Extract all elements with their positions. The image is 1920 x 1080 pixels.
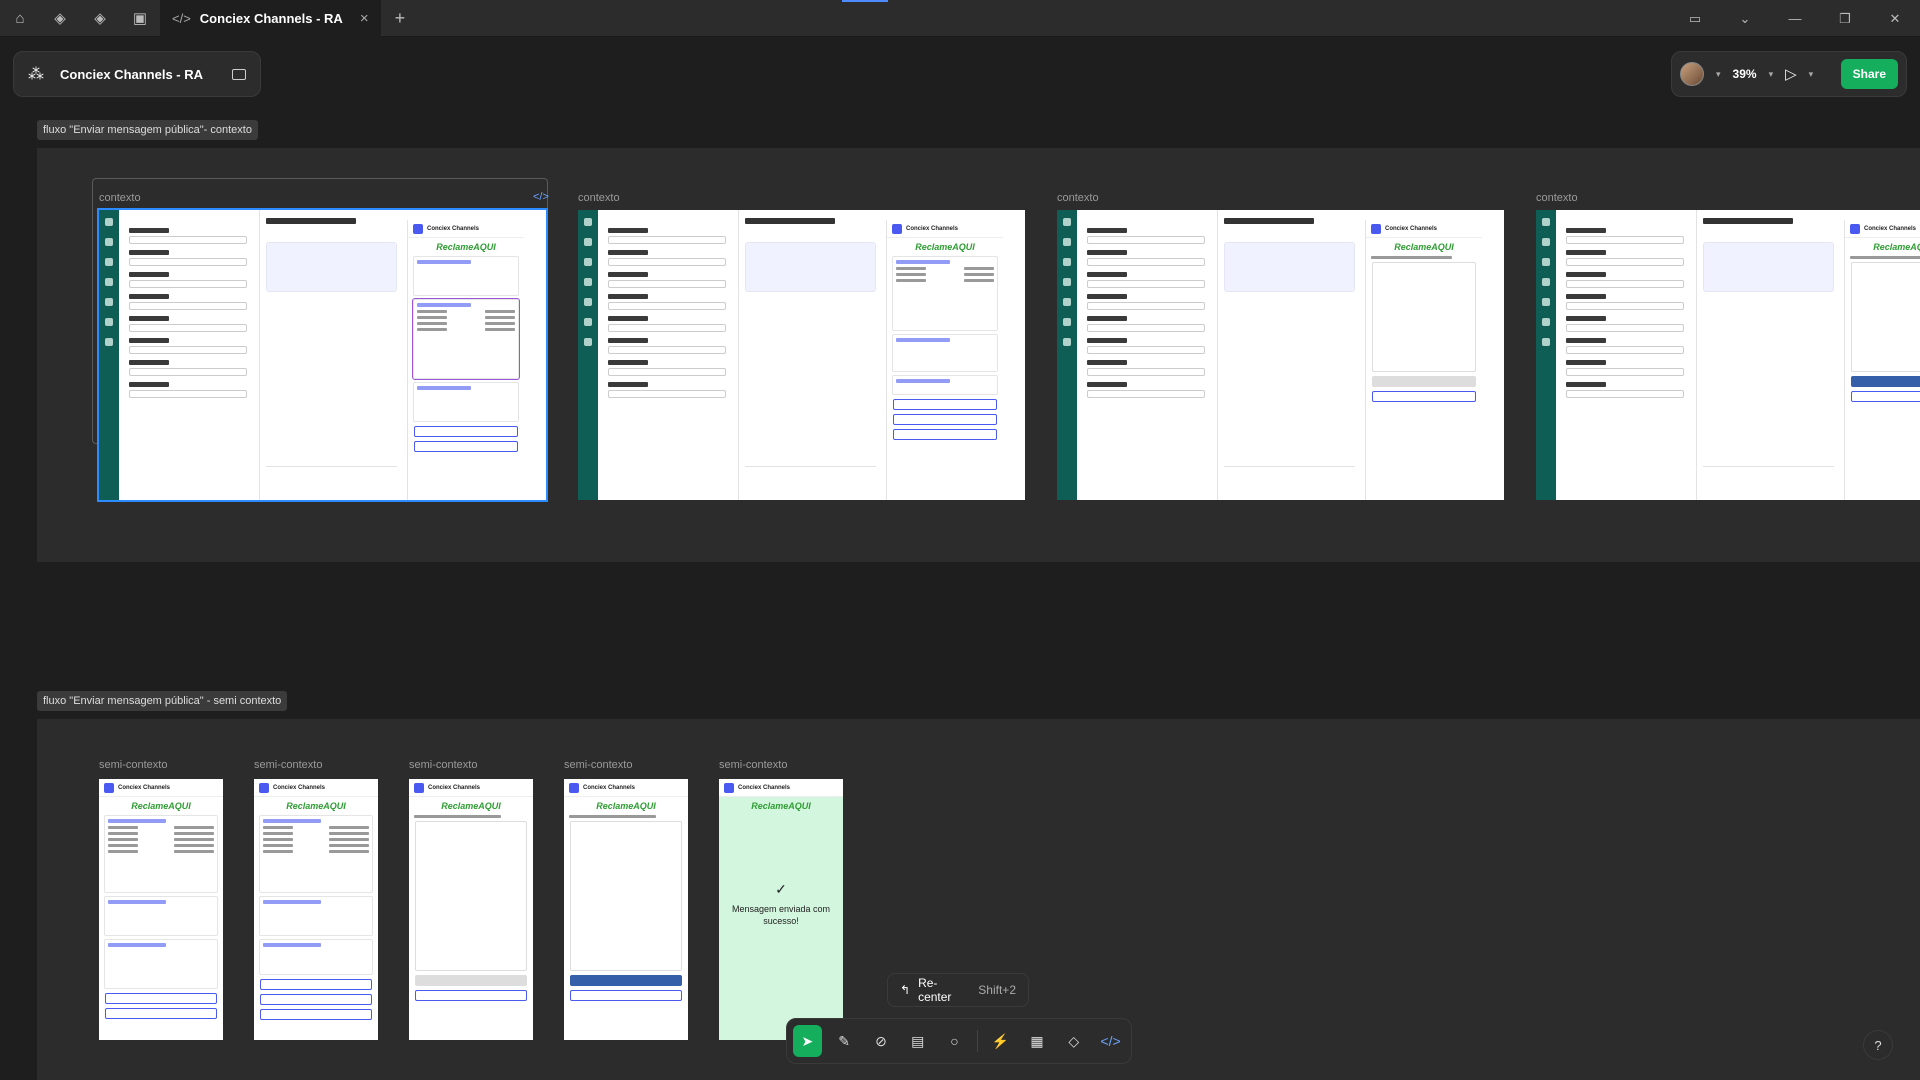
frame-semi-contexto-5[interactable]: Conciex Channels ReclameAQUI ✓ Mensagem … [719, 779, 843, 1040]
zoom-level[interactable]: 39% [1733, 67, 1757, 81]
section-label-semi-contexto[interactable]: fluxo "Enviar mensagem pública" - semi c… [37, 691, 288, 711]
code-icon: </> [172, 10, 191, 26]
pen-tool-icon[interactable]: ✎ [830, 1025, 859, 1057]
frame-contexto-2[interactable]: Conciex Channels ReclameAQUI [578, 210, 1025, 500]
frame-label[interactable]: contexto [578, 192, 620, 204]
chevron-down-icon[interactable]: ▾ [1809, 69, 1814, 80]
success-message: Mensagem enviada com sucesso! [731, 904, 831, 926]
recenter-shortcut: Shift+2 [978, 983, 1016, 997]
frame-label[interactable]: contexto [1536, 192, 1578, 204]
recenter-button[interactable]: ↰ Re-center Shift+2 [887, 973, 1029, 1007]
app-name: Conciex Channels [273, 784, 326, 791]
annotate-tool-icon[interactable]: ▤ [903, 1025, 932, 1057]
reclame-aqui-logo: ReclameAQUI [441, 801, 501, 811]
app-panel: Conciex Channels ReclameAQUI [407, 220, 524, 500]
minimize-icon[interactable]: — [1770, 0, 1820, 37]
frame-semi-contexto-1[interactable]: Conciex Channels ReclameAQUI [99, 779, 223, 1040]
frame-label[interactable]: semi-contexto [99, 759, 167, 771]
section-label-contexto[interactable]: fluxo "Enviar mensagem pública"- context… [37, 120, 258, 140]
comment-tool-icon[interactable]: ○ [940, 1025, 969, 1057]
reclame-aqui-logo: ReclameAQUI [1873, 242, 1920, 252]
share-button[interactable]: Share [1840, 59, 1898, 89]
reclame-aqui-logo: ReclameAQUI [436, 242, 496, 252]
frame-label[interactable]: semi-contexto [719, 759, 787, 771]
tab-label: Conciex Channels - RA [199, 10, 343, 26]
app-name: Conciex Channels [738, 784, 791, 791]
frame-contexto-3[interactable]: Conciex Channels ReclameAQUI [1057, 210, 1504, 500]
reclame-aqui-logo: ReclameAQUI [1394, 242, 1454, 252]
toolbar-divider [976, 1030, 978, 1052]
zendesk-nav [99, 210, 119, 500]
app-panel: Conciex Channels ReclameAQUI [886, 220, 1003, 500]
app-name: Conciex Channels [583, 784, 636, 791]
draft-icon[interactable]: ◈ [40, 0, 80, 37]
check-circle-icon: ✓ [775, 881, 787, 897]
app-name: Conciex Channels [1864, 225, 1917, 232]
chevron-down-icon[interactable]: ⌄ [1720, 0, 1770, 37]
sidebar-toggle-icon[interactable] [232, 68, 246, 80]
app-name: Conciex Channels [1385, 225, 1438, 232]
avatar[interactable] [1680, 62, 1704, 86]
file-panel: ⁂ Conciex Channels - RA [13, 51, 261, 97]
recenter-label: Re-center [918, 976, 952, 1004]
canvas[interactable]: ⁂ Conciex Channels - RA ▾ 39% ▾ ▷ ▾ Shar… [0, 37, 1920, 1080]
frame-contexto-1[interactable]: Conciex Channels ReclameAQUI [97, 208, 548, 502]
move-tool-icon[interactable]: ➤ [793, 1025, 822, 1057]
new-tab-button[interactable]: + [381, 8, 420, 29]
code-icon[interactable]: </> [533, 191, 549, 203]
window-menu-icon[interactable]: ▭ [1670, 0, 1720, 37]
frame-label[interactable]: semi-contexto [564, 759, 632, 771]
app-name: Conciex Channels [427, 225, 480, 232]
frame-label[interactable]: contexto [99, 192, 141, 204]
frame-semi-contexto-4[interactable]: Conciex Channels ReclameAQUI [564, 779, 688, 1040]
help-button[interactable]: ? [1863, 1030, 1893, 1060]
section-contexto[interactable]: contexto </> Conciex Channels ReclameAQU… [37, 148, 1920, 562]
play-icon[interactable]: ▷ [1785, 65, 1797, 83]
frame-label[interactable]: contexto [1057, 192, 1099, 204]
grid-icon[interactable]: ▦ [1023, 1025, 1052, 1057]
reclame-aqui-logo: ReclameAQUI [131, 801, 191, 811]
app-panel: Conciex Channels ReclameAQUI [1844, 220, 1920, 500]
top-right-controls: ▾ 39% ▾ ▷ ▾ Share [1671, 51, 1907, 97]
file-thumbnail-icon[interactable]: ▣ [120, 0, 160, 37]
figma-logo-icon[interactable]: ⁂ [28, 64, 44, 84]
tab-file[interactable]: </> Conciex Channels - RA × [160, 0, 381, 37]
app-panel: Conciex Channels ReclameAQUI [1365, 220, 1482, 500]
app-name: Conciex Channels [906, 225, 959, 232]
ticket-conversation [259, 210, 403, 500]
reclame-aqui-logo: ReclameAQUI [915, 242, 975, 252]
close-tab-icon[interactable]: × [360, 10, 369, 27]
ticket-form [123, 210, 253, 500]
maximize-icon[interactable]: ❐ [1820, 0, 1870, 37]
reclame-aqui-logo: ReclameAQUI [751, 801, 811, 811]
community-icon[interactable]: ◈ [80, 0, 120, 37]
frame-semi-contexto-3[interactable]: Conciex Channels ReclameAQUI [409, 779, 533, 1040]
bottom-toolbar: ➤ ✎ ⊘ ▤ ○ ⚡ ▦ ◇ </> [786, 1018, 1132, 1064]
file-name[interactable]: Conciex Channels - RA [60, 67, 216, 82]
component-icon[interactable]: ◇ [1059, 1025, 1088, 1057]
chevron-down-icon[interactable]: ▾ [1769, 69, 1774, 80]
reclame-aqui-logo: ReclameAQUI [596, 801, 656, 811]
close-window-icon[interactable]: ✕ [1870, 0, 1920, 37]
tab-indicator [842, 0, 888, 2]
undo-arrow-icon: ↰ [900, 983, 911, 997]
title-bar: ⌂ ◈ ◈ ▣ </> Conciex Channels - RA × + ▭ … [0, 0, 1920, 37]
app-name: Conciex Channels [428, 784, 481, 791]
chevron-down-icon[interactable]: ▾ [1716, 69, 1721, 80]
app-name: Conciex Channels [118, 784, 171, 791]
reclame-aqui-logo: ReclameAQUI [286, 801, 346, 811]
measure-tool-icon[interactable]: ⊘ [867, 1025, 896, 1057]
dev-mode-icon[interactable]: </> [1096, 1025, 1125, 1057]
home-icon[interactable]: ⌂ [0, 0, 40, 37]
frame-label[interactable]: semi-contexto [254, 759, 322, 771]
frame-contexto-4[interactable]: Conciex Channels ReclameAQUI [1536, 210, 1920, 500]
app-icon [413, 223, 423, 234]
frame-label[interactable]: semi-contexto [409, 759, 477, 771]
ready-for-dev-icon[interactable]: ⚡ [986, 1025, 1015, 1057]
frame-semi-contexto-2[interactable]: Conciex Channels ReclameAQUI [254, 779, 378, 1040]
